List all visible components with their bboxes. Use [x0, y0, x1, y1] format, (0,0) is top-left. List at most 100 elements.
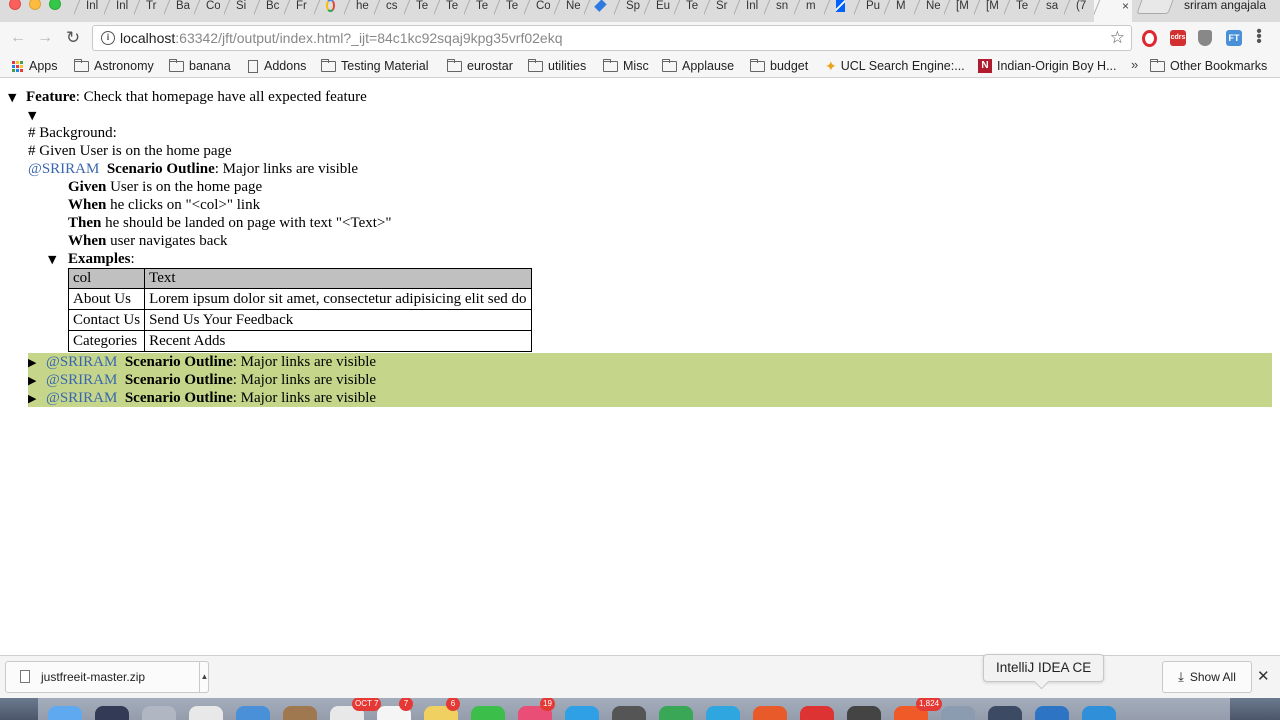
- browser-tab[interactable]: Te: [404, 0, 434, 22]
- dock-app-icon[interactable]: [1035, 706, 1069, 720]
- back-arrow-icon[interactable]: ←: [7, 27, 29, 49]
- bookmark-banana[interactable]: banana: [169, 58, 231, 74]
- bookmark-apps[interactable]: Apps: [12, 58, 58, 74]
- browser-tab[interactable]: Sr: [704, 0, 734, 22]
- bookmark-indian-origin[interactable]: N Indian-Origin Boy H...: [978, 58, 1117, 74]
- expanded-triangle-icon[interactable]: ▼: [28, 107, 46, 125]
- reload-icon[interactable]: ↻: [62, 27, 84, 49]
- address-bar[interactable]: i localhost:63342/jft/output/index.html?…: [92, 25, 1132, 51]
- browser-tab[interactable]: [M: [944, 0, 974, 22]
- kebab-menu-icon[interactable]: • • •: [1254, 24, 1264, 50]
- browser-tab[interactable]: he: [344, 0, 374, 22]
- shield-extension-icon[interactable]: [1198, 30, 1212, 46]
- browser-tab[interactable]: Ne: [554, 0, 584, 22]
- window-minimize-button[interactable]: [29, 0, 41, 10]
- browser-tab[interactable]: sn: [764, 0, 794, 22]
- collapsed-triangle-icon[interactable]: ▶: [28, 354, 46, 372]
- dock-app-icon[interactable]: [565, 706, 599, 720]
- bookmark-star-icon[interactable]: ☆: [1110, 28, 1125, 48]
- browser-tab[interactable]: Ne: [914, 0, 944, 22]
- expanded-triangle-icon[interactable]: ▼: [8, 89, 26, 107]
- dock-app-icon[interactable]: [48, 706, 82, 720]
- info-icon[interactable]: i: [101, 31, 115, 45]
- bookmark-other[interactable]: Other Bookmarks: [1150, 58, 1267, 74]
- dock-app-icon[interactable]: [988, 706, 1022, 720]
- window-close-button[interactable]: [9, 0, 21, 10]
- browser-tab[interactable]: cs: [374, 0, 404, 22]
- examples-header[interactable]: ▼ Examples:: [48, 250, 135, 268]
- new-tab-button[interactable]: [1136, 0, 1176, 14]
- close-download-shelf-icon[interactable]: ✕: [1257, 667, 1270, 685]
- dock-app-icon[interactable]: [847, 706, 881, 720]
- expanded-triangle-icon[interactable]: ▼: [48, 251, 68, 269]
- download-item[interactable]: justfreeit-master.zip ▲: [5, 661, 209, 693]
- dock-app-icon[interactable]: [95, 706, 129, 720]
- dock-app-icon[interactable]: [236, 706, 270, 720]
- browser-tab[interactable]: m: [794, 0, 824, 22]
- browser-tab[interactable]: Bc: [254, 0, 284, 22]
- browser-tab[interactable]: Inl: [74, 0, 104, 22]
- bookmark-addons[interactable]: Addons: [248, 58, 306, 74]
- bookmark-testing-material[interactable]: Testing Material: [321, 58, 429, 74]
- browser-tab[interactable]: [M: [974, 0, 1004, 22]
- browser-tab[interactable]: Pu: [854, 0, 884, 22]
- dock-app-icon[interactable]: [189, 706, 223, 720]
- dock-app-icon[interactable]: [1082, 706, 1116, 720]
- browser-tab[interactable]: [824, 0, 854, 22]
- feature-header[interactable]: ▼ Feature: Check that homepage have all e…: [8, 88, 367, 106]
- bookmark-applause[interactable]: Applause: [662, 58, 734, 74]
- dock-app-icon[interactable]: [142, 706, 176, 720]
- bookmark-utilities[interactable]: utilities: [528, 58, 586, 74]
- bookmark-budget[interactable]: budget: [750, 58, 808, 74]
- collapsed-triangle-icon[interactable]: ▶: [28, 390, 46, 408]
- tab-active[interactable]: ×: [1094, 0, 1132, 22]
- show-all-downloads-button[interactable]: ⤓ Show All: [1162, 661, 1252, 693]
- bookmark-eurostar[interactable]: eurostar: [447, 58, 513, 74]
- browser-tab[interactable]: Te: [674, 0, 704, 22]
- browser-tab[interactable]: sa: [1034, 0, 1064, 22]
- cdrs-extension-icon[interactable]: cdrs: [1170, 30, 1186, 46]
- dock-app-icon[interactable]: [612, 706, 646, 720]
- bookmark-astronomy[interactable]: Astronomy: [74, 58, 154, 74]
- bookmark-misc[interactable]: Misc: [603, 58, 649, 74]
- browser-tab[interactable]: Te: [434, 0, 464, 22]
- profile-name[interactable]: sriram angajala: [1184, 0, 1266, 12]
- dock-app-icon[interactable]: [753, 706, 787, 720]
- url-text[interactable]: localhost:63342/jft/output/index.html?_i…: [120, 30, 562, 46]
- browser-tab[interactable]: Ba: [164, 0, 194, 22]
- collapsed-scenario[interactable]: ▶ @SRIRAM Scenario Outline: Major links a…: [28, 371, 376, 389]
- collapsed-scenario[interactable]: ▶ @SRIRAM Scenario Outline: Major links a…: [28, 389, 376, 407]
- opera-extension-icon[interactable]: [1142, 30, 1157, 47]
- browser-tab[interactable]: Tr: [134, 0, 164, 22]
- browser-tab[interactable]: Co: [524, 0, 554, 22]
- collapsed-triangle-icon[interactable]: ▶: [28, 372, 46, 390]
- browser-tab[interactable]: Sp: [614, 0, 644, 22]
- tab-close-icon[interactable]: ×: [1122, 0, 1132, 12]
- dock-app-icon[interactable]: [706, 706, 740, 720]
- browser-tab[interactable]: Inl: [734, 0, 764, 22]
- ft-extension-icon[interactable]: FT: [1226, 30, 1242, 46]
- browser-tab[interactable]: [584, 0, 614, 22]
- browser-tab[interactable]: Te: [464, 0, 494, 22]
- background-toggle[interactable]: ▼: [28, 106, 46, 124]
- forward-arrow-icon[interactable]: →: [34, 27, 56, 49]
- browser-tab[interactable]: [314, 0, 344, 22]
- collapsed-scenario[interactable]: ▶ @SRIRAM Scenario Outline: Major links a…: [28, 353, 376, 371]
- dock-app-icon[interactable]: [659, 706, 693, 720]
- browser-tab[interactable]: Si: [224, 0, 254, 22]
- browser-tab[interactable]: Inl: [104, 0, 134, 22]
- bookmark-ucl-search[interactable]: ✦ UCL Search Engine:...: [825, 58, 965, 74]
- browser-tab[interactable]: Eu: [644, 0, 674, 22]
- bookmarks-overflow-chevron-icon[interactable]: »: [1131, 57, 1138, 72]
- dock-app-icon[interactable]: [941, 706, 975, 720]
- browser-tab[interactable]: Co: [194, 0, 224, 22]
- window-maximize-button[interactable]: [49, 0, 61, 10]
- browser-tab[interactable]: (7: [1064, 0, 1094, 22]
- dock-app-icon[interactable]: [800, 706, 834, 720]
- browser-tab[interactable]: Te: [1004, 0, 1034, 22]
- download-menu-caret-icon[interactable]: ▲: [199, 662, 209, 692]
- dock-app-icon[interactable]: [471, 706, 505, 720]
- browser-tab[interactable]: Te: [494, 0, 524, 22]
- browser-tab[interactable]: M: [884, 0, 914, 22]
- dock-app-icon[interactable]: [283, 706, 317, 720]
